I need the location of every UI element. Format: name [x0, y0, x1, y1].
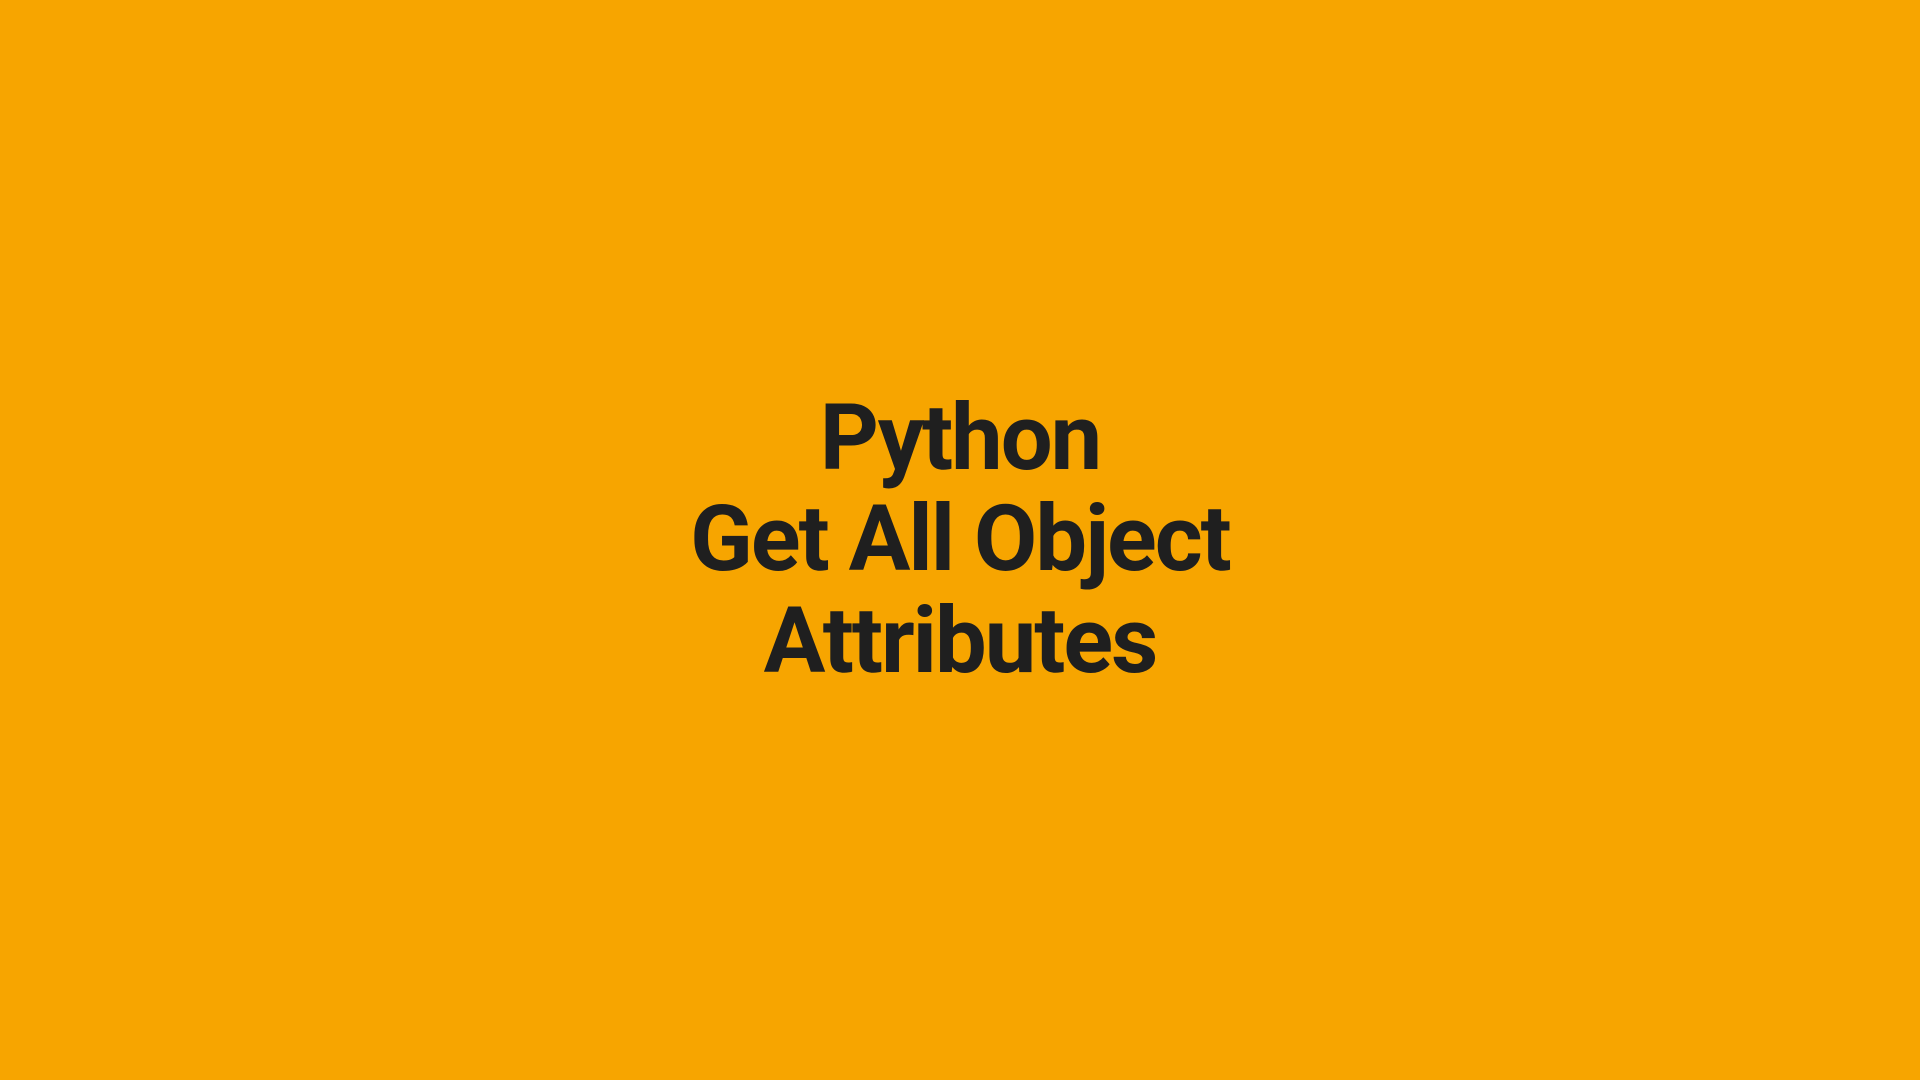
title-line-3: Attributes	[690, 591, 1230, 692]
title-card: Python Get All Object Attributes	[690, 388, 1230, 692]
title-line-2: Get All Object	[690, 489, 1230, 590]
title-line-1: Python	[690, 388, 1230, 489]
